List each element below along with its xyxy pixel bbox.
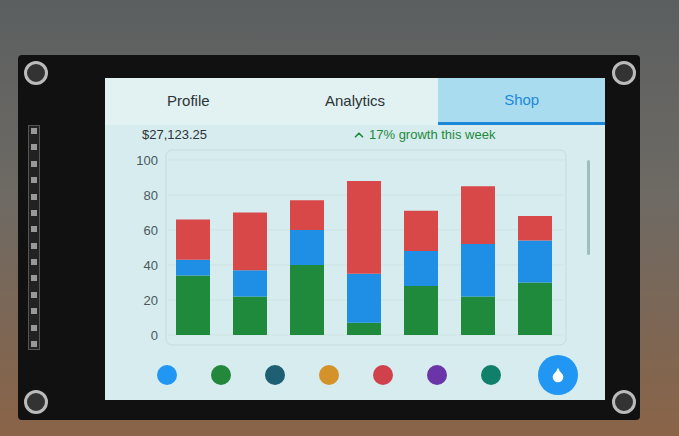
svg-text:40: 40: [144, 258, 158, 273]
photo-background: ProfileAnalyticsShop$27,123.2517% growth…: [0, 0, 679, 436]
color-dot[interactable]: [427, 365, 447, 385]
mount-hole: [612, 61, 636, 85]
bar-stack: [290, 200, 324, 335]
fab-button[interactable]: [538, 355, 578, 395]
svg-text:60: 60: [144, 223, 158, 238]
color-dot[interactable]: [157, 365, 177, 385]
mount-hole: [24, 390, 48, 414]
display-module: ProfileAnalyticsShop$27,123.2517% growth…: [18, 55, 640, 420]
color-dot[interactable]: [211, 365, 231, 385]
screen: ProfileAnalyticsShop$27,123.2517% growth…: [105, 78, 605, 400]
mount-hole: [612, 390, 636, 414]
svg-text:0: 0: [151, 328, 158, 343]
bar-stack: [404, 211, 438, 335]
color-dot[interactable]: [373, 365, 393, 385]
color-dot[interactable]: [265, 365, 285, 385]
chevron-up-icon: [352, 128, 366, 142]
summary-row: $27,123.2517% growth this week: [105, 125, 605, 145]
color-dot[interactable]: [319, 365, 339, 385]
bar-stack: [518, 216, 552, 335]
tab-bar: ProfileAnalyticsShop: [105, 78, 605, 125]
scrollbar[interactable]: [587, 160, 590, 255]
svg-text:20: 20: [144, 293, 158, 308]
palette-row: [105, 350, 605, 400]
chart-panel: 100 80 60 40 20 0: [105, 145, 605, 350]
droplet-icon: [550, 367, 566, 383]
svg-text:100: 100: [136, 153, 158, 168]
bar-stack: [176, 220, 210, 336]
mount-hole: [24, 61, 48, 85]
color-dot[interactable]: [481, 365, 501, 385]
tab[interactable]: Analytics: [272, 78, 439, 125]
tab[interactable]: Profile: [105, 78, 272, 125]
growth: 17% growth this week: [352, 125, 495, 145]
svg-text:80: 80: [144, 188, 158, 203]
stacked-bar-chart: 100 80 60 40 20 0: [128, 148, 573, 348]
amount: $27,123.25: [142, 125, 352, 145]
bar-stack: [461, 186, 495, 335]
bar-stack: [347, 181, 381, 335]
bar-stack: [233, 213, 267, 336]
tab[interactable]: Shop: [438, 78, 605, 125]
pin-header: [28, 125, 40, 350]
